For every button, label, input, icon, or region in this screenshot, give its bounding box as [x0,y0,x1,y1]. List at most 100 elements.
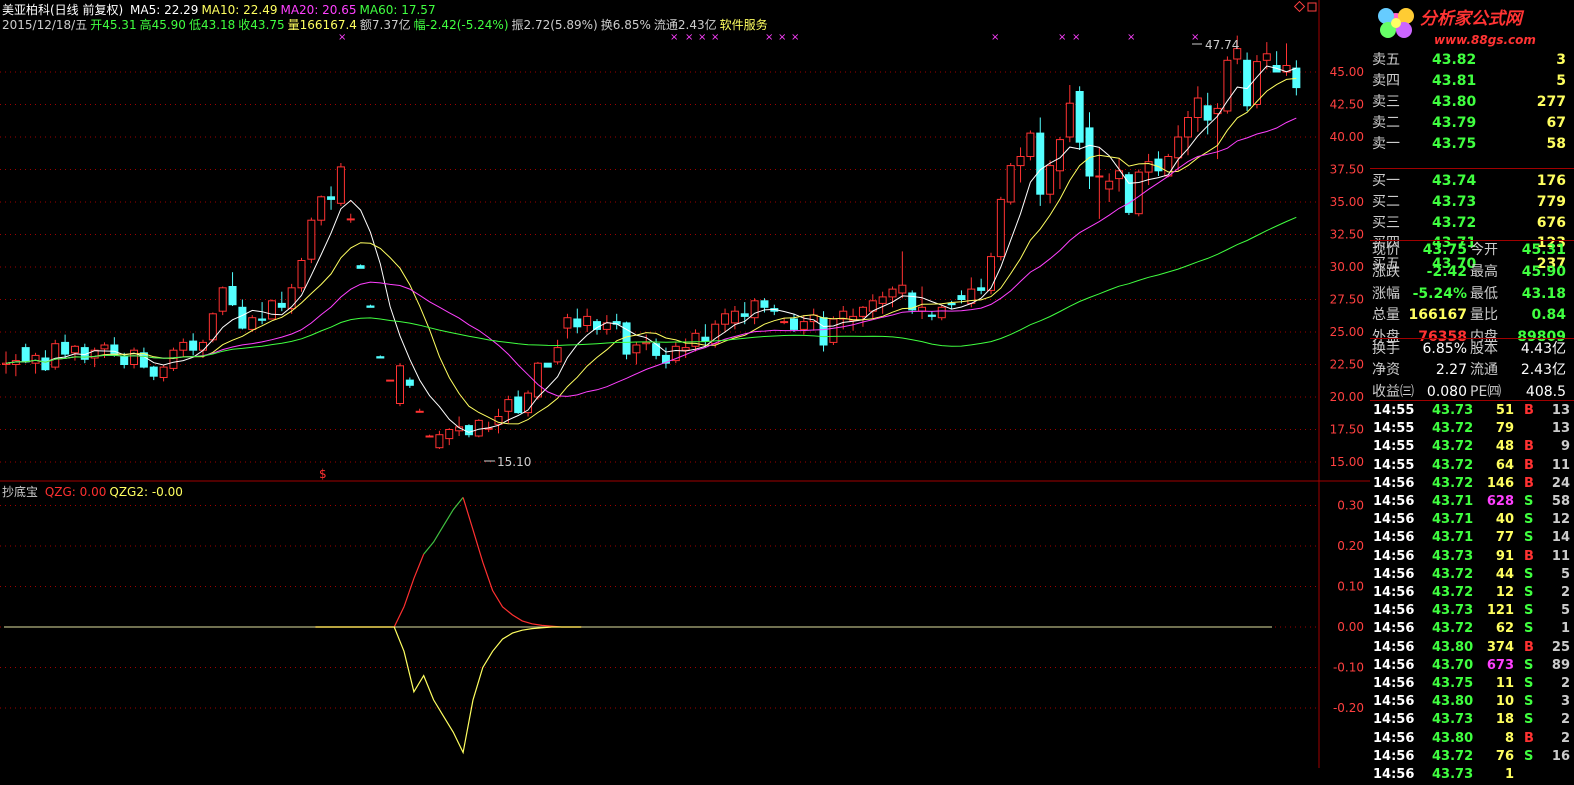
kline-chart-area[interactable]: 45.00 42.50 40.00 37.50 35.00 32.50 30.00 27.50… [0,0,1370,768]
candle-body[interactable] [1046,165,1055,195]
candle-body[interactable] [159,366,168,379]
candle-body[interactable] [1134,171,1143,215]
candle-body[interactable] [386,379,395,382]
candle-body[interactable] [297,260,306,289]
ask-row[interactable]: 卖三 43.80 277 [1370,92,1574,113]
candle-body[interactable] [1006,165,1015,203]
candle-body[interactable] [1252,61,1261,105]
candle-body[interactable] [169,349,178,369]
candle-body[interactable] [563,317,572,329]
candle-body[interactable] [819,317,828,346]
candle-body[interactable] [721,313,730,325]
candle-body[interactable] [829,318,838,343]
candle-body[interactable] [1184,117,1192,138]
candle-body[interactable] [307,219,316,260]
candle-body[interactable] [947,302,956,306]
ask-row[interactable]: 卖一 43.75 58 [1370,134,1574,155]
candle-body[interactable] [504,399,513,412]
candle-body[interactable] [888,288,897,298]
candle-body[interactable] [543,362,552,368]
candle-body[interactable] [1193,97,1202,118]
bid-row[interactable]: 买一 43.74 176 [1370,171,1574,192]
candle-body[interactable] [366,305,375,308]
candle-body[interactable] [858,306,867,317]
candle-body[interactable] [327,196,336,200]
candle-body[interactable] [533,362,542,398]
candle-body[interactable] [1154,158,1163,172]
candle-body[interactable] [51,343,60,368]
candle-body[interactable] [652,343,661,356]
kline-chart-svg[interactable]: 45.00 42.50 40.00 37.50 35.00 32.50 30.00 27.50… [0,0,1370,768]
quote-row[interactable]: 涨幅 -5.24% 最低 43.18 [1370,284,1574,305]
candle-body[interactable] [70,345,79,354]
candle-body[interactable] [1203,105,1212,121]
candle-body[interactable] [21,347,30,363]
candle-body[interactable] [149,366,158,377]
candle-body[interactable] [474,419,483,437]
quote-row[interactable]: 现价 43.75 今开 45.31 [1370,240,1574,261]
candle-body[interactable] [799,321,808,330]
candle-body[interactable] [701,336,710,342]
candle-body[interactable] [189,340,198,351]
candle-body[interactable] [977,287,986,291]
candle-body[interactable] [632,344,641,354]
bid-row[interactable]: 买三 43.72 676 [1370,213,1574,234]
candle-body[interactable] [287,287,296,310]
candle-body[interactable] [218,287,227,312]
candle-body[interactable] [31,354,40,364]
candle-body[interactable] [199,341,207,351]
candle-body[interactable] [1223,59,1232,112]
candle-body[interactable] [238,306,247,329]
candle-body[interactable] [878,296,887,304]
candle-body[interactable] [1016,156,1025,167]
candle-body[interactable] [376,356,385,359]
candle-body[interactable] [267,300,276,320]
candle-body[interactable] [780,321,789,324]
candle-body[interactable] [1036,132,1045,195]
candle-body[interactable] [740,313,749,317]
candle-body[interactable] [1075,91,1084,143]
candle-body[interactable] [1105,180,1114,190]
candle-body[interactable] [1292,67,1301,89]
quote-row[interactable]: 涨跌 -2.42 最高 45.90 [1370,262,1574,283]
candle-body[interactable] [317,196,326,221]
stats-row[interactable]: 换手 6.85% 股本 4.43亿 [1370,339,1574,360]
candle-body[interactable] [415,410,424,413]
candle-body[interactable] [1164,156,1173,177]
candle-body[interactable] [425,435,434,438]
candle-body[interactable] [396,365,404,404]
candle-body[interactable] [1174,136,1183,159]
candle-body[interactable] [248,317,257,330]
candle-body[interactable] [1095,175,1104,178]
candle-body[interactable] [957,295,966,301]
candle-body[interactable] [790,318,798,330]
candle-body[interactable] [927,314,936,317]
candle-body[interactable] [593,321,601,330]
candle-body[interactable] [760,300,769,308]
candle-body[interactable] [41,357,50,371]
candle-body[interactable] [277,302,286,308]
candle-body[interactable] [356,265,365,269]
ask-row[interactable]: 卖四 43.81 5 [1370,71,1574,92]
candle-body[interactable] [987,256,995,291]
candle-body[interactable] [1243,59,1252,107]
ask-row[interactable]: 卖五 43.82 3 [1370,50,1574,71]
candle-body[interactable] [346,218,355,221]
candle-body[interactable] [405,379,414,386]
candle-body[interactable] [1065,102,1074,138]
quote-row[interactable]: 总量 166167 量比 0.84 [1370,305,1574,326]
candle-body[interactable] [1262,53,1271,61]
candle-body[interactable] [2,362,10,366]
candle-body[interactable] [681,347,690,351]
candle-body[interactable] [139,352,148,368]
candle-body[interactable] [583,315,592,326]
candle-body[interactable] [730,310,739,324]
candle-body[interactable] [336,166,345,204]
candle-body[interactable] [435,434,444,449]
candle-body[interactable] [996,198,1005,258]
candle-body[interactable] [642,341,651,345]
candle-body[interactable] [553,347,562,363]
candle-body[interactable] [1085,127,1094,177]
tick-row[interactable]: 14:56 43.73 1 [1370,764,1574,785]
candle-body[interactable] [228,286,237,306]
